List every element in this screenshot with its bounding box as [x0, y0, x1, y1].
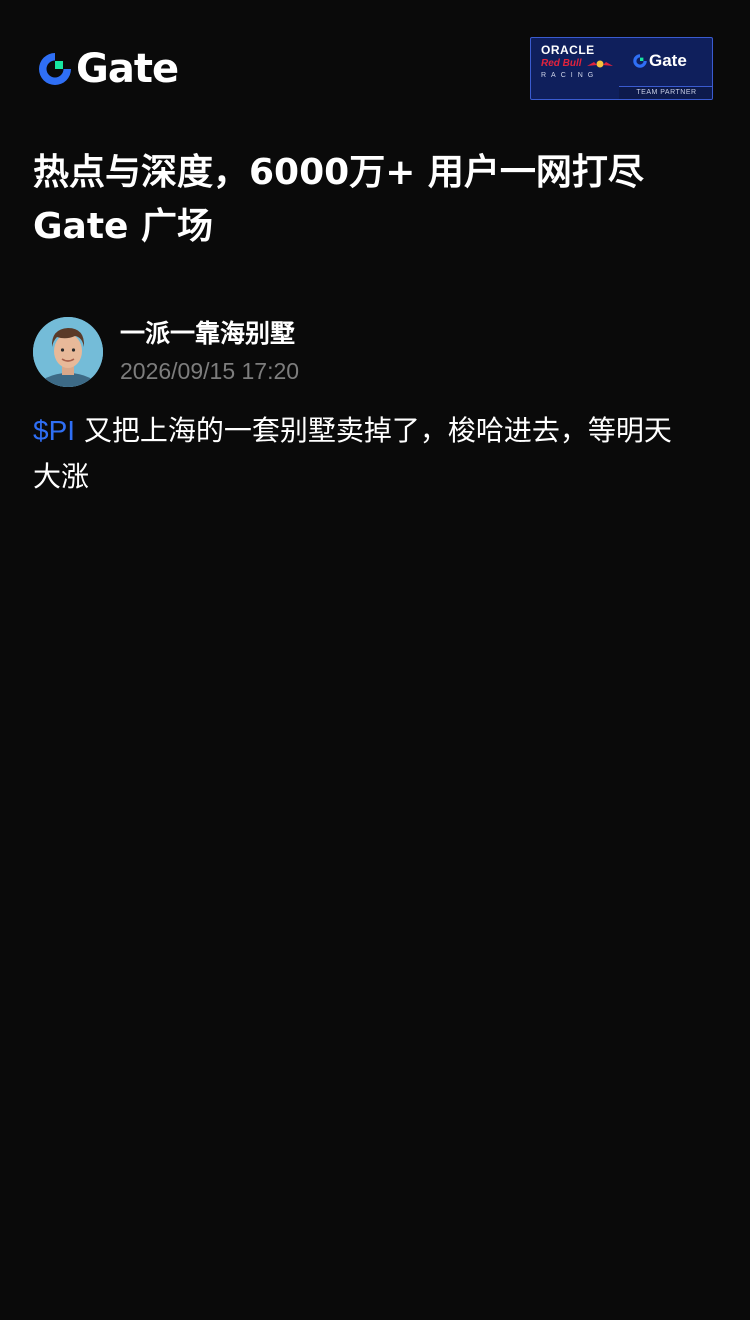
oracle-redbull-racing-logo: ORACLE Red Bull RACING [541, 44, 621, 81]
red-bull-text: Red Bull [541, 58, 621, 70]
red-bull-icon [586, 60, 613, 68]
post-author[interactable]: 一派一靠海别墅 2026/09/15 17:20 [33, 317, 299, 387]
avatar[interactable] [33, 317, 103, 387]
header: Gate ORACLE Red Bull RACING Gate TEAM PA… [0, 0, 750, 110]
post-text: 又把上海的一套别墅卖掉了，梭哈进去，等明天 [75, 414, 672, 447]
post-timestamp: 2026/09/15 17:20 [120, 357, 300, 384]
oracle-text: ORACLE [541, 43, 595, 57]
page: Gate ORACLE Red Bull RACING Gate TEAM PA… [0, 0, 750, 1320]
avatar-image [33, 317, 103, 387]
team-partner-strip: TEAM PARTNER [619, 86, 712, 99]
post-text-line-2: 大涨 [33, 460, 90, 493]
author-name[interactable]: 一派一靠海别墅 [120, 317, 299, 351]
team-partner-badge: ORACLE Red Bull RACING Gate TEAM PARTNER [530, 37, 713, 100]
page-title: 热点与深度，6000万+ 用户一网打尽 Gate 广场 [33, 146, 723, 254]
team-partner-text: TEAM PARTNER [636, 89, 697, 96]
headline-line-2: Gate 广场 [33, 206, 214, 247]
author-meta: 一派一靠海别墅 2026/09/15 17:20 [120, 317, 299, 388]
post-text-line-1: $PI 又把上海的一套别墅卖掉了，梭哈进去，等明天 [33, 408, 719, 454]
ticker-link[interactable]: $PI [33, 415, 75, 446]
gate-logo[interactable]: Gate [36, 46, 179, 92]
logo-text: Gate [76, 46, 179, 92]
gate-logo-icon [39, 53, 71, 85]
racing-text: RACING [541, 72, 599, 79]
partner-gate-text: Gate [649, 51, 687, 70]
headline-line-1: 热点与深度，6000万+ 用户一网打尽 [33, 152, 644, 193]
gate-logo-icon [633, 54, 647, 68]
post-body: $PI 又把上海的一套别墅卖掉了，梭哈进去，等明天 大涨 [33, 408, 719, 500]
partner-gate-logo: Gate [632, 52, 687, 70]
